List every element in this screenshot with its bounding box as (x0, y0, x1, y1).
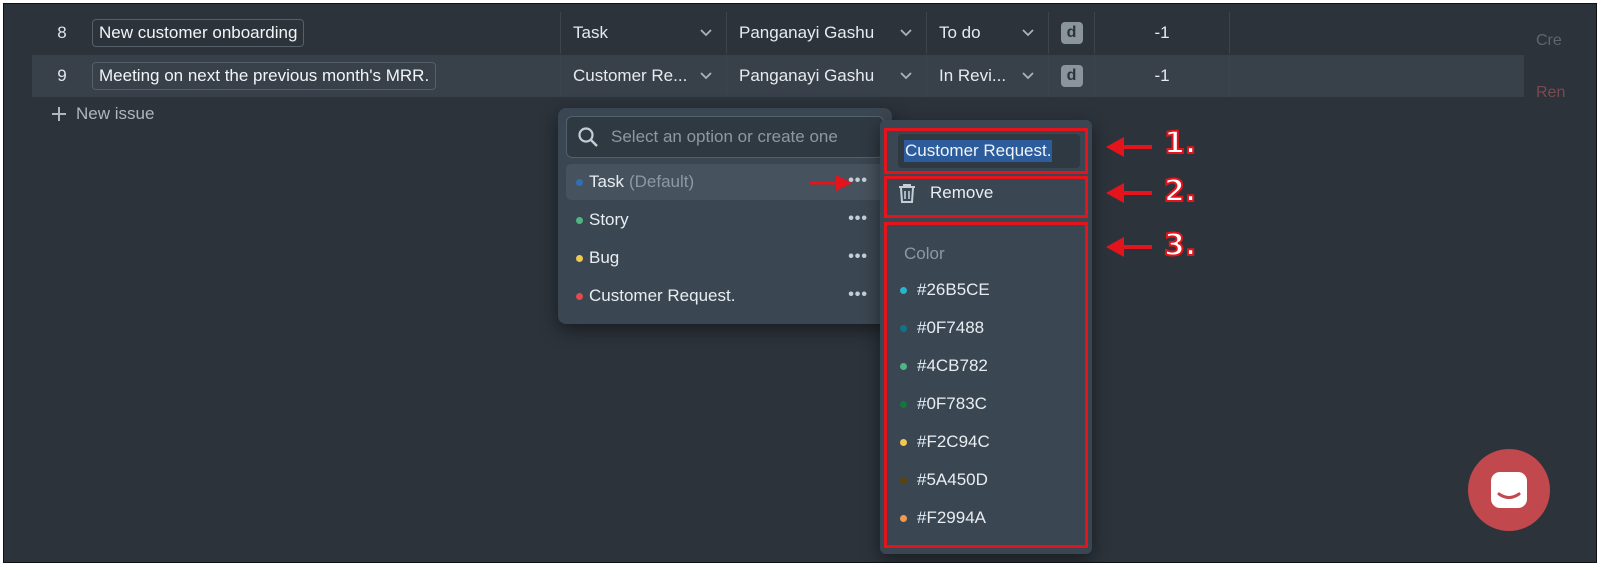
status-cell[interactable]: To do (926, 12, 1048, 54)
row-number: 8 (57, 23, 67, 42)
option-default-tag: (Default) (628, 172, 695, 191)
d-badge: d (1060, 22, 1083, 44)
issue-title[interactable]: Meeting on next the previous month's MRR… (92, 62, 437, 90)
search-icon (578, 127, 598, 147)
type-cell[interactable]: Task (560, 12, 726, 54)
search-field[interactable] (566, 116, 884, 158)
title-cell[interactable]: Meeting on next the previous month's MRR… (92, 55, 560, 97)
arrow-annotation-icon (1106, 137, 1152, 157)
more-options-icon[interactable]: ••• (848, 248, 868, 266)
chevron-down-icon[interactable] (1020, 24, 1036, 40)
option-color-dot (576, 254, 583, 262)
plus-icon (52, 107, 66, 121)
arrow-annotation-icon (810, 175, 852, 191)
highlight-box (884, 128, 1088, 174)
row-number: 9 (57, 66, 67, 85)
callout-number: 2. (1163, 173, 1197, 210)
option-story[interactable]: Story ••• (566, 202, 884, 238)
more-options-icon[interactable]: ••• (848, 210, 868, 228)
right-column-text: Ren (1536, 84, 1566, 101)
type-value: Customer Re... (573, 66, 688, 85)
option-bug[interactable]: Bug ••• (566, 240, 884, 276)
type-options-dropdown: Task (Default) ••• Story ••• Bug ••• Cus… (558, 108, 892, 324)
new-issue-label: New issue (76, 104, 155, 123)
table-row[interactable]: 9 Meeting on next the previous month's M… (32, 55, 1524, 97)
chevron-down-icon[interactable] (1020, 67, 1036, 83)
highlight-box (884, 222, 1088, 548)
assignee-cell[interactable]: Panganayi Gashu (726, 12, 926, 54)
option-label: Customer Request. (589, 286, 736, 305)
option-label: Task (589, 172, 624, 191)
d-badge: d (1060, 65, 1083, 87)
assignee-value: Panganayi Gashu (739, 23, 875, 42)
chat-icon (1491, 472, 1527, 508)
type-cell[interactable]: Customer Re... (560, 55, 726, 97)
option-label: Bug (589, 248, 620, 267)
chevron-down-icon[interactable] (698, 24, 714, 40)
status-value: To do (939, 23, 981, 42)
badge-cell: d (1048, 12, 1094, 54)
badge-cell: d (1048, 55, 1094, 97)
app-frame: 8 New customer onboarding Task Panganayi… (3, 3, 1597, 563)
chevron-down-icon[interactable] (898, 67, 914, 83)
title-cell[interactable]: New customer onboarding (92, 12, 560, 54)
status-cell[interactable]: In Revi... (926, 55, 1048, 97)
more-options-icon[interactable]: ••• (848, 286, 868, 304)
right-column-text: Cre (1536, 32, 1562, 49)
type-value: Task (573, 23, 608, 42)
arrow-annotation-icon (1106, 237, 1152, 257)
callout-number: 3. (1163, 227, 1197, 264)
option-customer-request[interactable]: Customer Request. ••• (566, 278, 884, 314)
option-label: Story (589, 210, 629, 229)
assignee-cell[interactable]: Panganayi Gashu (726, 55, 926, 97)
assignee-value: Panganayi Gashu (739, 66, 875, 85)
chevron-down-icon[interactable] (898, 24, 914, 40)
highlight-box (884, 176, 1088, 218)
option-color-dot (576, 216, 583, 224)
chevron-down-icon[interactable] (698, 67, 714, 83)
score-cell[interactable]: -1 (1094, 55, 1230, 97)
option-color-dot (576, 292, 583, 300)
option-color-dot (576, 178, 583, 186)
arrow-annotation-icon (1106, 183, 1152, 203)
callout-number: 1. (1163, 125, 1197, 162)
score-cell[interactable]: -1 (1094, 12, 1230, 54)
table-row[interactable]: 8 New customer onboarding Task Panganayi… (32, 12, 1524, 54)
issue-title[interactable]: New customer onboarding (92, 19, 305, 47)
search-input[interactable] (609, 126, 873, 148)
status-value: In Revi... (939, 66, 1007, 85)
new-issue-button[interactable]: New issue (50, 104, 154, 124)
chat-launcher-button[interactable] (1468, 449, 1550, 531)
